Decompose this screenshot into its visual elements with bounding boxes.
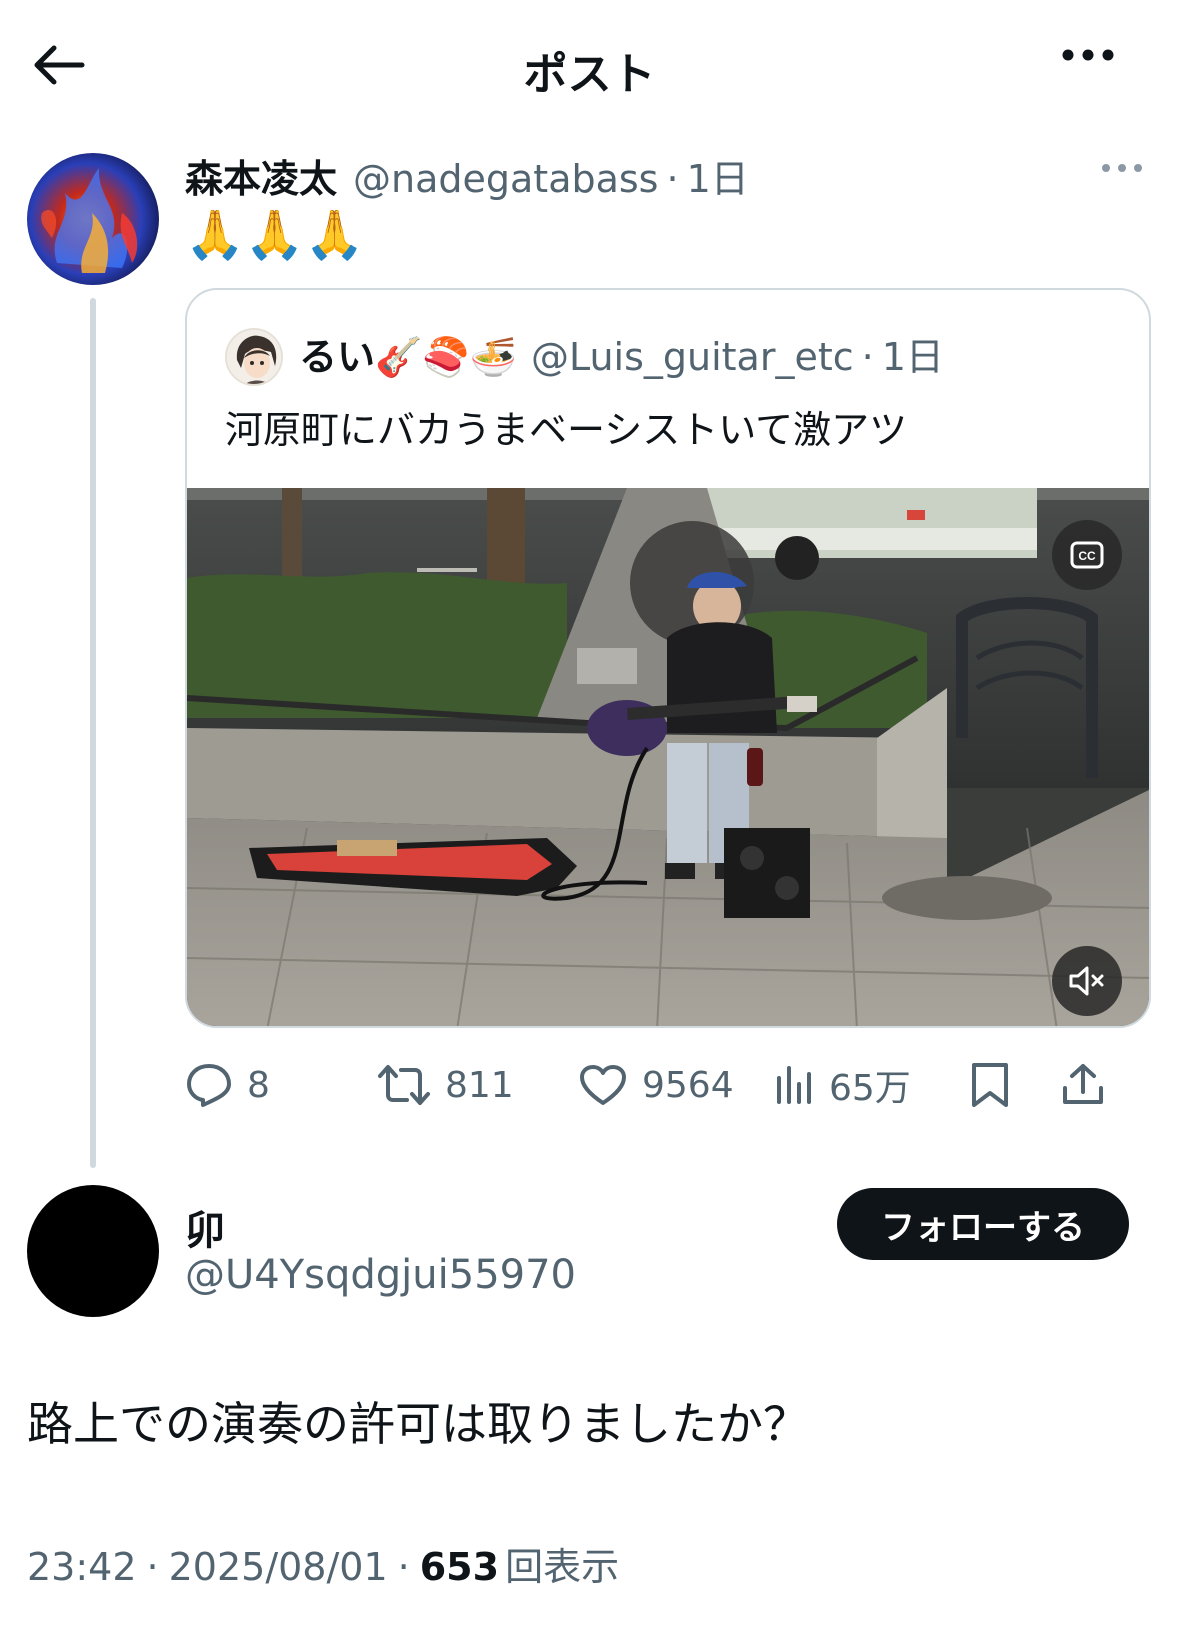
reply-text: 路上での演奏の許可は取りましたか？ <box>27 1397 809 1451</box>
top-bar: ポスト <box>0 0 1179 130</box>
meta-separator: · <box>666 157 679 201</box>
share-icon <box>1063 1064 1103 1104</box>
meta-separator: · <box>861 335 874 379</box>
parent-header: 森本凌太 @nadegatabass · 1日 <box>185 148 749 208</box>
post-date: 2025/08/01 <box>168 1545 388 1589</box>
bookmark-icon <box>972 1063 1008 1107</box>
like-icon <box>580 1065 626 1105</box>
quote-author-name[interactable]: るい🎸🍣🍜 <box>299 326 517 381</box>
captions-button[interactable]: CC <box>1052 520 1122 590</box>
quoted-post[interactable]: るい🎸🍣🍜 @Luis_guitar_etc · 1日 河原町にバカうまベーシス… <box>185 288 1151 1028</box>
views-icon <box>777 1066 811 1104</box>
post-text: 🙏🙏🙏 <box>185 207 365 263</box>
cc-icon: CC <box>1070 541 1104 569</box>
quote-avatar[interactable] <box>225 328 283 386</box>
views-button[interactable]: 65万 <box>775 1050 911 1120</box>
quote-time[interactable]: 1日 <box>882 326 944 381</box>
like-button[interactable]: 9564 <box>578 1050 734 1120</box>
video-player[interactable]: CC <box>187 488 1149 1026</box>
views-count: 65万 <box>829 1068 911 1109</box>
share-button[interactable] <box>1061 1050 1105 1120</box>
avatar[interactable] <box>27 153 159 285</box>
quote-text: 河原町にバカうまベーシストいて激アツ <box>225 408 908 452</box>
mute-icon <box>1069 966 1104 996</box>
reply-button[interactable]: 8 <box>185 1050 270 1120</box>
views-label: 回表示 <box>505 1545 620 1589</box>
reply-icon <box>187 1064 231 1107</box>
anime-avatar-image <box>227 330 281 384</box>
like-count: 9564 <box>642 1064 734 1106</box>
author-handle[interactable]: @nadegatabass <box>353 157 658 201</box>
views-count[interactable]: 653 <box>420 1545 499 1589</box>
more-options-button[interactable] <box>1060 45 1130 85</box>
post-more-button[interactable] <box>1100 160 1150 184</box>
quote-author-handle[interactable]: @Luis_guitar_etc <box>531 335 854 379</box>
more-icon <box>1102 164 1142 172</box>
reply-meta: 23:42 · 2025/08/01 · 653 回表示 <box>27 1536 619 1591</box>
avatar-flame-image <box>27 153 159 285</box>
meta-separator: · <box>397 1545 410 1589</box>
reply-count: 8 <box>247 1064 270 1106</box>
post-time[interactable]: 1日 <box>687 148 749 203</box>
page-title: ポスト <box>523 49 656 100</box>
author-name[interactable]: 森本凌太 <box>185 148 337 203</box>
more-icon <box>1062 49 1114 61</box>
thread-line <box>90 298 96 1168</box>
bookmark-button[interactable] <box>970 1050 1010 1120</box>
reply-author-handle[interactable]: @U4Ysqdgjui55970 <box>185 1252 576 1298</box>
meta-separator: · <box>146 1545 159 1589</box>
reply-avatar[interactable] <box>27 1185 159 1317</box>
repost-button[interactable]: 811 <box>377 1050 514 1120</box>
follow-button[interactable]: フォローする <box>837 1188 1129 1260</box>
video-frame <box>187 488 1149 1026</box>
svg-text:CC: CC <box>1078 549 1096 563</box>
quote-header: るい🎸🍣🍜 @Luis_guitar_etc · 1日 <box>299 326 944 386</box>
action-bar: 8 811 9564 65万 <box>185 1050 1151 1120</box>
reply-author-name[interactable]: 卯 <box>185 1198 225 1256</box>
repost-icon <box>378 1065 430 1105</box>
post-time: 23:42 <box>27 1545 137 1589</box>
mute-button[interactable] <box>1052 946 1122 1016</box>
repost-count: 811 <box>445 1064 514 1106</box>
